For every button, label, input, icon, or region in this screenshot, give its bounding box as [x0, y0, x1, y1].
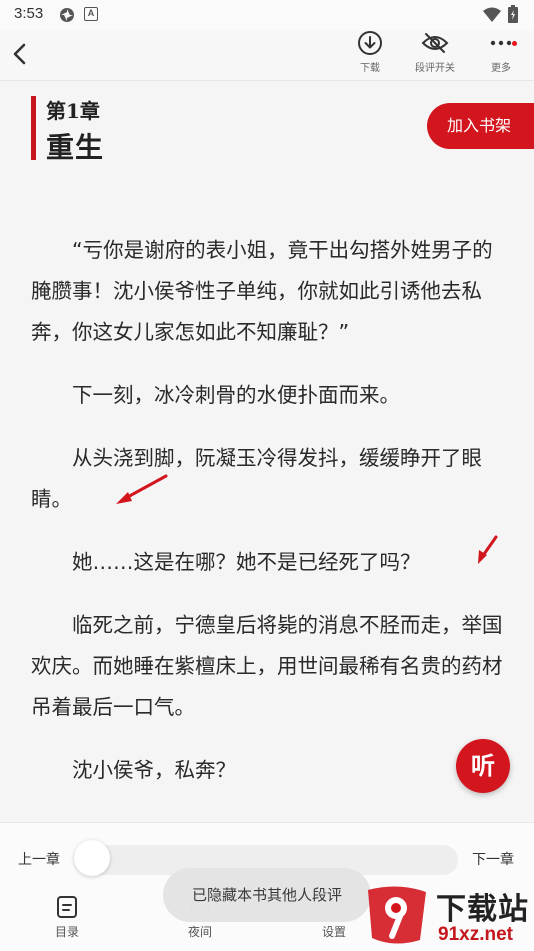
chapter-content: “亏你是谢府的表小姐，竟干出勾搭外姓男子的腌臜事！沈小侯爷性子单纯，你就如此引诱…: [31, 230, 513, 813]
download-label: 下载: [360, 63, 380, 74]
prev-chapter-button[interactable]: 上一章: [18, 849, 60, 869]
watermark-domain: 91xz.net: [438, 924, 513, 945]
toast-message: 已隐藏本书其他人段评: [163, 868, 371, 922]
app-notification-icon: A: [84, 7, 98, 21]
toc-button[interactable]: 目录: [37, 895, 97, 940]
paragraph: 沈小侯爷，私奔？: [72, 758, 236, 782]
eye-hidden-icon: [421, 33, 449, 53]
more-dots-icon: [490, 40, 512, 46]
next-chapter-button[interactable]: 下一章: [472, 849, 514, 869]
wifi-icon: [483, 7, 501, 22]
paragraph: 她……这是在哪？她不是已经死了吗？: [72, 550, 421, 574]
status-bar: 3:53 A: [0, 0, 534, 30]
comment-toggle-button[interactable]: 段评开关: [407, 30, 463, 78]
watermark-title: 下载站: [436, 892, 529, 927]
reader-toolbar: 下载 段评开关 更多: [0, 30, 534, 81]
add-to-shelf-button[interactable]: 加入书架: [427, 103, 534, 149]
paragraph: 下一刻，冰冷刺骨的水便扑面而来。: [72, 383, 400, 407]
paragraph: “亏你是谢府的表小姐，竟干出勾搭外姓男子的腌臜事！沈小侯爷性子单纯，你就如此引诱…: [31, 238, 493, 344]
notification-dot: [512, 41, 517, 46]
slider-thumb[interactable]: [74, 840, 110, 876]
status-time: 3:53: [14, 5, 44, 22]
more-button[interactable]: 更多: [473, 30, 529, 78]
chapter-number: 第1章: [46, 99, 100, 123]
more-label: 更多: [491, 63, 511, 74]
download-icon: [358, 31, 382, 55]
annotation-arrow: [478, 535, 498, 564]
back-button[interactable]: [8, 40, 34, 68]
toc-label: 目录: [54, 925, 79, 939]
night-label: 夜间: [187, 925, 212, 939]
toc-icon: [57, 896, 77, 918]
pinwheel-icon: [60, 8, 74, 22]
paragraph: 临死之前，宁德皇后将毙的消息不胫而走，举国欢庆。而她睡在紫檀床上，用世间最稀有名…: [31, 613, 503, 719]
settings-label: 设置: [321, 925, 346, 939]
paragraph: 从头浇到脚，阮凝玉冷得发抖，缓缓睁开了眼睛。: [31, 446, 482, 511]
comment-toggle-label: 段评开关: [415, 63, 455, 74]
download-button[interactable]: 下载: [342, 30, 398, 78]
chapter-accent-bar: [31, 96, 36, 160]
annotation-arrow: [116, 474, 168, 504]
listen-button[interactable]: 听: [456, 739, 510, 793]
chapter-title: 重生: [46, 131, 105, 164]
battery-icon: [508, 5, 518, 23]
